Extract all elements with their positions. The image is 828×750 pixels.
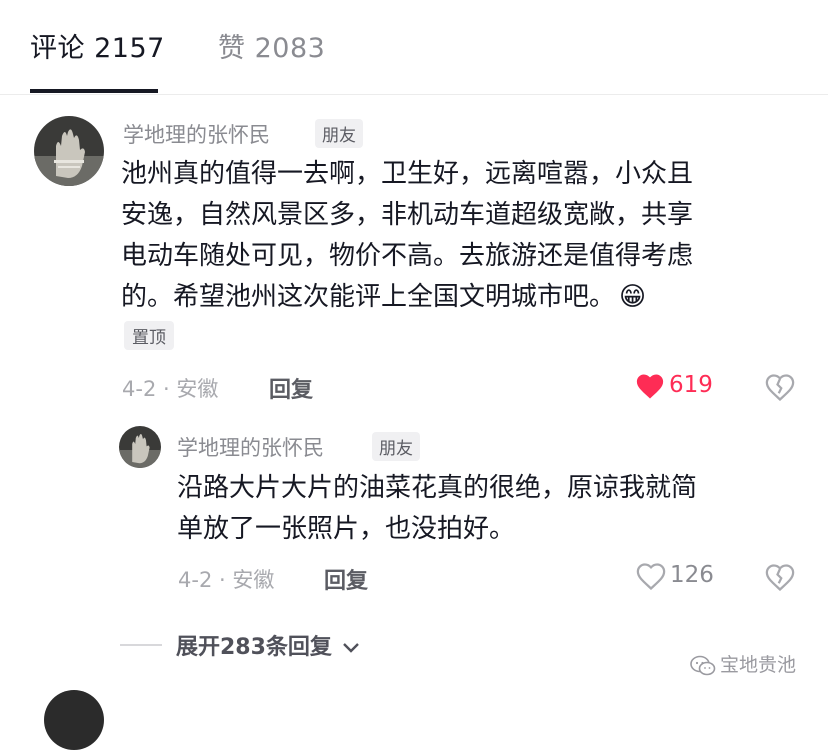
friend-badge: 朋友 (315, 119, 363, 148)
comment-line: 的。希望池州这次能评上全国文明城市吧。 😁 (121, 277, 693, 318)
watermark-text: 宝地贵池 (720, 654, 797, 676)
reply-text: 沿路大片大片的油菜花真的很绝，原谅我就简 单放了一张照片，也没拍好。 (177, 468, 697, 550)
friend-badge: 朋友 (372, 432, 420, 461)
watermark: 宝地贵池 (690, 650, 796, 677)
comment-username[interactable]: 学地理的张怀民 (123, 119, 270, 149)
like-count: 126 (670, 562, 714, 588)
reply-username[interactable]: 学地理的张怀民 (177, 432, 324, 462)
expand-replies-text: 展开283条回复 (176, 635, 332, 660)
reply-line: 单放了一张照片，也没拍好。 (177, 514, 516, 544)
chevron-down-icon (342, 643, 359, 653)
reply-button[interactable]: 回复 (324, 563, 368, 595)
reply-line: 沿路大片大片的油菜花真的很绝，原谅我就简 (177, 473, 698, 503)
avatar[interactable] (44, 690, 104, 750)
comment-line: 电动车随处可见，物价不高。去旅游还是值得考虑 (121, 241, 694, 271)
wechat-icon (690, 655, 716, 675)
tab-likes[interactable]: 赞 2083 (218, 26, 325, 65)
pinned-badge: 置顶 (124, 321, 174, 350)
active-tab-indicator (30, 89, 158, 93)
comment-line: 池州真的值得一去啊，卫生好，远离喧嚣，小众且 (121, 159, 694, 189)
comment-tabs: 评论 2157 赞 2083 (0, 0, 828, 95)
broken-heart-icon[interactable] (765, 563, 795, 595)
avatar[interactable] (119, 426, 161, 468)
tab-comments[interactable]: 评论 2157 (30, 26, 165, 65)
heart-icon[interactable] (636, 562, 666, 594)
like-count: 619 (669, 372, 713, 398)
comment-text: 池州真的值得一去啊，卫生好，远离喧嚣，小众且 安逸，自然风景区多，非机动车道超级… (121, 154, 693, 318)
broken-heart-icon[interactable] (765, 373, 795, 405)
reply-button[interactable]: 回复 (269, 372, 313, 404)
comment-line-text: 的。希望池州这次能评上全国文明城市吧。 (121, 282, 616, 312)
avatar[interactable] (34, 116, 104, 186)
heart-icon[interactable] (635, 372, 665, 404)
comment-meta: 4-2 · 安徽 (122, 377, 219, 401)
expand-replies-label: 展开283条回复 (176, 629, 360, 661)
comment-line: 安逸，自然风景区多，非机动车道超级宽敞，共享 (121, 200, 694, 230)
reply-meta: 4-2 · 安徽 (178, 568, 275, 592)
grin-emoji: 😁 (619, 282, 647, 312)
expand-divider (120, 644, 162, 646)
